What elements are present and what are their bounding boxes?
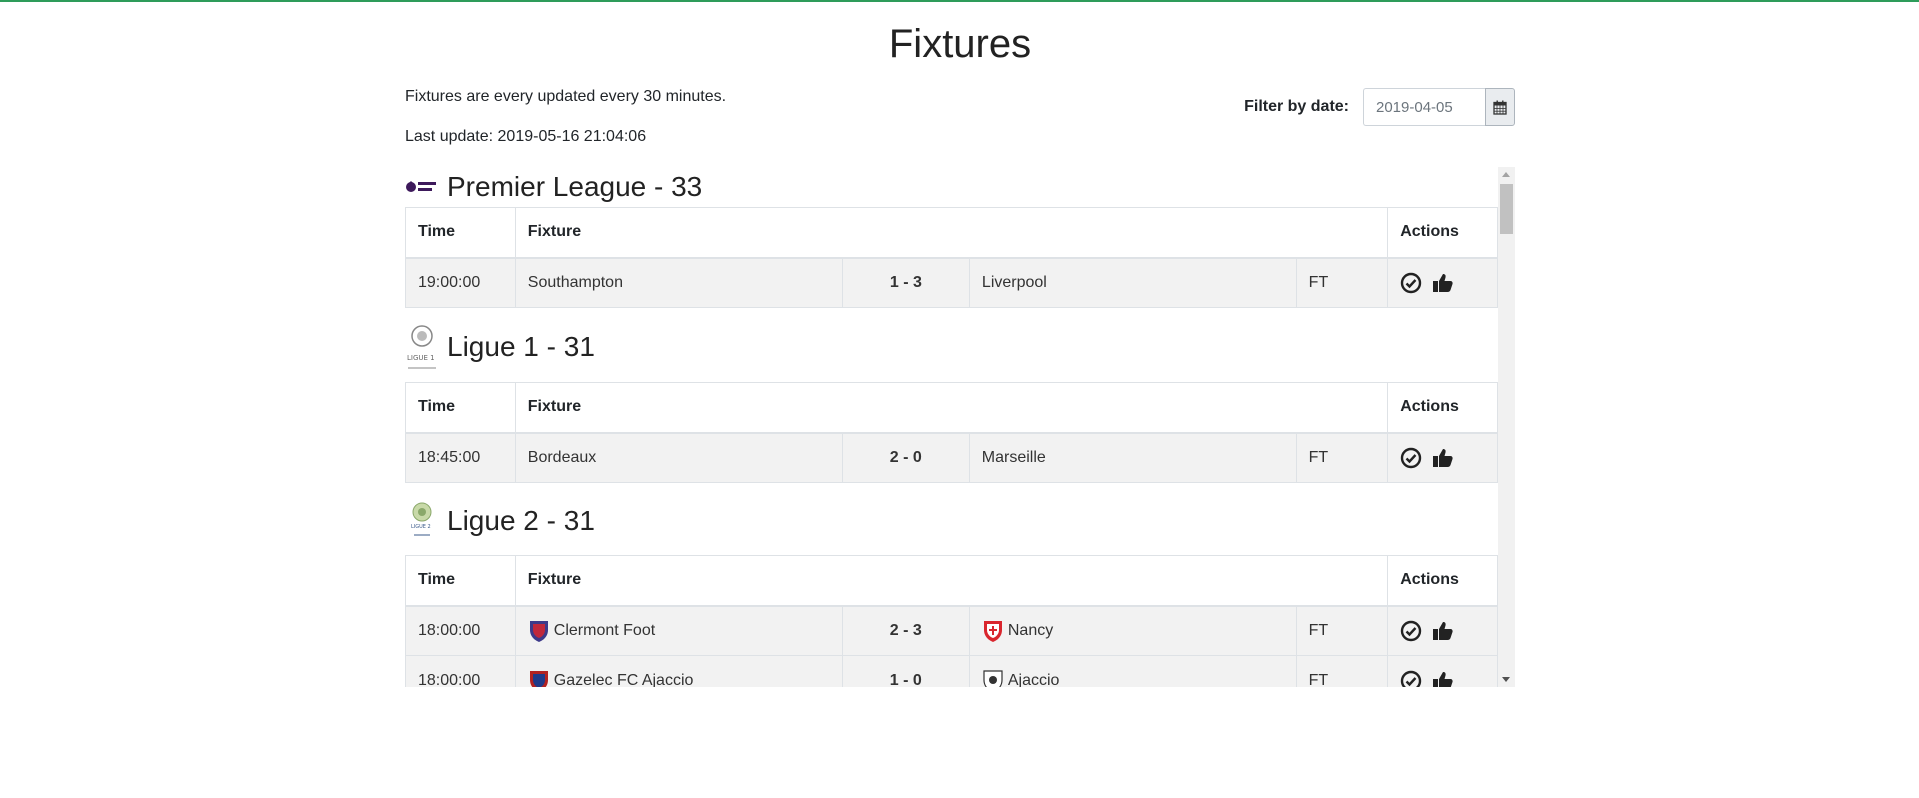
table-header-row: Time Fixture Actions [405,555,1498,607]
fixture-time: 18:45:00 [405,432,516,483]
last-update: Last update: 2019-05-16 21:04:06 [405,128,647,145]
fixture-score: 2 - 0 [841,432,970,483]
fixture-score: 1 - 0 [841,655,970,687]
away-team-name: Liverpool [981,273,1047,291]
header-actions: Actions [1387,555,1498,607]
fixture-status: FT [1295,655,1389,687]
fixture-actions [1387,257,1498,308]
away-team: Nancy [968,605,1297,656]
thumbs-up-icon[interactable] [1432,447,1454,469]
header-fixture: Fixture [514,207,1389,259]
home-team-name: Gazelec FC Ajaccio [553,671,694,687]
league-section: Premier League - 33 Time Fixture Actions… [405,167,1498,308]
scroll-down-arrow[interactable] [1502,677,1510,682]
home-team-name: Southampton [527,273,623,291]
header-fixture: Fixture [514,555,1389,607]
home-team: Gazelec FC Ajaccio [514,655,843,687]
date-filter: Filter by date: [1244,88,1515,126]
team-crest-icon [529,620,548,642]
table-row: 18:00:00 Gazelec FC Ajaccio 1 - 0 Ajacci… [405,655,1498,688]
team-crest-icon [983,669,1003,687]
fixture-score: 2 - 3 [841,605,970,656]
thumbs-up-icon[interactable] [1432,620,1454,642]
header-fixture: Fixture [514,382,1389,434]
home-team: Bordeaux [514,432,843,483]
header-time: Time [405,207,516,259]
header-time: Time [405,382,516,434]
fixture-actions [1387,655,1498,688]
fixtures-scroll-area[interactable]: Premier League - 33 Time Fixture Actions… [405,167,1515,687]
fixtures-table: Time Fixture Actions 18:45:00 Bordeaux 2… [405,382,1498,483]
league-header: LIGUE 1 Ligue 1 - 31 [405,322,1498,372]
fixture-status: FT [1295,432,1389,483]
fixture-time: 18:00:00 [405,605,516,656]
check-circle-icon[interactable] [1400,620,1422,642]
team-crest-icon [529,670,548,687]
fixture-status: FT [1295,605,1389,656]
date-filter-input[interactable] [1363,88,1485,126]
fixture-status: FT [1295,257,1389,308]
page-title: Fixtures [888,22,1032,66]
home-team-name: Bordeaux [527,448,597,466]
league-header: Premier League - 33 [405,167,1498,207]
thumbs-up-icon[interactable] [1432,272,1454,294]
check-circle-icon[interactable] [1400,447,1422,469]
league-header: LIGUE 2 Ligue 2 - 31 [405,501,1498,541]
league-section: LIGUE 2 Ligue 2 - 31 Time Fixture Action… [405,501,1498,687]
away-team: Liverpool [968,257,1297,308]
league-section: LIGUE 1 Ligue 1 - 31 Time Fixture Action… [405,322,1498,483]
update-note: Fixtures are every updated every 30 minu… [405,88,727,105]
table-row: 18:00:00 Clermont Foot 2 - 3 Nancy FT [405,605,1498,656]
away-team-name: Ajaccio [1007,671,1060,687]
league-title: Premier League - 33 [447,171,703,202]
fixture-time: 18:00:00 [405,655,516,687]
home-team: Clermont Foot [514,605,843,656]
table-row: 19:00:00 Southampton 1 - 3 Liverpool FT [405,257,1498,308]
team-crest-icon [983,620,1002,642]
table-header-row: Time Fixture Actions [405,207,1498,259]
calendar-icon [1493,100,1507,115]
calendar-button[interactable] [1485,88,1515,126]
ligue-2-logo: LIGUE 2 [405,502,439,538]
thumbs-up-icon[interactable] [1432,670,1454,688]
fixture-actions [1387,605,1498,656]
filter-label: Filter by date: [1244,98,1349,115]
away-team: Marseille [968,432,1297,483]
table-header-row: Time Fixture Actions [405,382,1498,434]
away-team-name: Nancy [1007,621,1054,639]
fixtures-table: Time Fixture Actions 18:00:00 Clermont F… [405,555,1498,687]
premier-league-logo [405,170,439,204]
header-actions: Actions [1387,207,1498,259]
fixtures-list: Premier League - 33 Time Fixture Actions… [405,167,1498,687]
fixtures-table: Time Fixture Actions 19:00:00 Southampto… [405,207,1498,308]
fixture-actions [1387,432,1498,483]
svg-text:LIGUE 1: LIGUE 1 [407,354,435,362]
scroll-up-arrow[interactable] [1502,172,1510,177]
info-row: Fixtures are every updated every 30 minu… [405,68,1515,168]
league-title: Ligue 1 - 31 [447,331,595,362]
ligue-1-logo: LIGUE 1 [405,325,439,369]
main-container: Fixtures Fixtures are every updated ever… [405,0,1515,687]
away-team: Ajaccio [968,655,1297,687]
league-title: Ligue 2 - 31 [447,505,595,536]
table-row: 18:45:00 Bordeaux 2 - 0 Marseille FT [405,432,1498,483]
fixture-time: 19:00:00 [405,257,516,308]
fixture-score: 1 - 3 [841,257,970,308]
header-time: Time [405,555,516,607]
check-circle-icon[interactable] [1400,272,1422,294]
away-team-name: Marseille [981,448,1046,466]
check-circle-icon[interactable] [1400,670,1422,688]
vertical-scrollbar[interactable] [1498,167,1515,687]
header-actions: Actions [1387,382,1498,434]
home-team-name: Clermont Foot [553,621,656,639]
svg-text:LIGUE 2: LIGUE 2 [411,524,431,530]
home-team: Southampton [514,257,843,308]
scroll-thumb[interactable] [1500,184,1513,234]
